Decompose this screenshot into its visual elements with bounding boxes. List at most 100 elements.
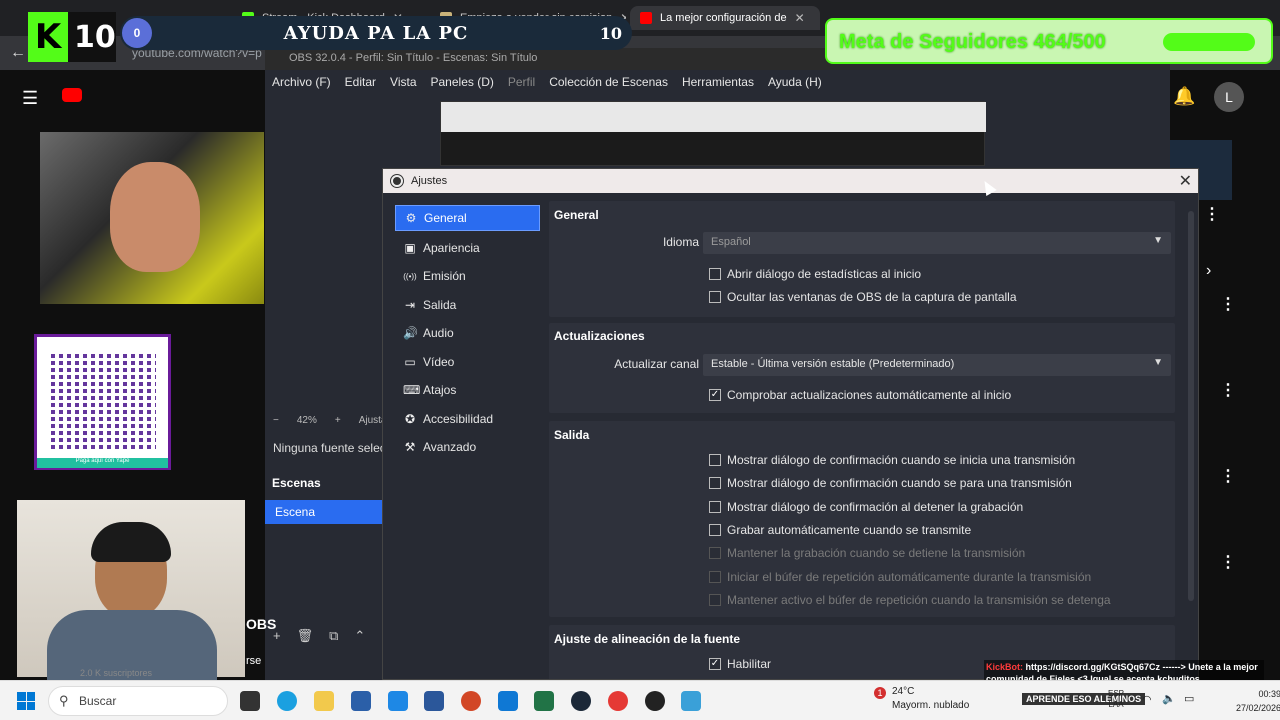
checkbox[interactable]: [709, 454, 721, 466]
powerpoint-icon[interactable]: [461, 691, 481, 711]
app-icon[interactable]: [681, 691, 701, 711]
more-options-icon[interactable]: ⋮: [1220, 380, 1236, 400]
notification-badge: 1: [874, 687, 886, 699]
gear-icon: ⚙: [405, 211, 417, 225]
taskbar-clock[interactable]: 00:39 27/02/2026: [1236, 687, 1280, 715]
dialog-title-bar[interactable]: Ajustes: [383, 169, 1198, 193]
file-explorer-icon[interactable]: [314, 691, 334, 711]
word-icon[interactable]: [424, 691, 444, 711]
kick-counter-badge: K 10: [28, 12, 116, 62]
zoom-in-icon[interactable]: +: [335, 415, 341, 426]
nav-avanzado[interactable]: ⚒ Avanzado: [395, 433, 540, 462]
wifi-icon[interactable]: ◠: [1142, 693, 1152, 706]
lang-code: ESP: [1108, 689, 1125, 698]
check-confirm-start[interactable]: Mostrar diálogo de confirmación cuando s…: [709, 453, 1075, 467]
trash-icon[interactable]: 🗑: [297, 628, 314, 644]
nav-audio[interactable]: 🔊 Audio: [395, 319, 540, 348]
nav-accesibilidad[interactable]: ✪ Accesibilidad: [395, 405, 540, 434]
chrome-icon[interactable]: [608, 691, 628, 711]
excel-icon[interactable]: [534, 691, 554, 711]
checkbox-checked[interactable]: ✓: [709, 658, 721, 670]
close-icon[interactable]: ✕: [1179, 171, 1192, 191]
appearance-icon: ▣: [404, 240, 416, 255]
language-value: Español: [711, 236, 751, 248]
menu-herramientas[interactable]: Herramientas: [682, 75, 754, 94]
notifications-bell-icon[interactable]: 🔔: [1173, 86, 1195, 107]
checkbox[interactable]: [709, 524, 721, 536]
check-enable-snapping[interactable]: ✓ Habilitar: [709, 657, 771, 671]
scrollbar[interactable]: [1188, 211, 1194, 601]
close-icon[interactable]: ✕: [795, 11, 805, 25]
more-options-icon[interactable]: ⋮: [1220, 294, 1236, 314]
checkbox[interactable]: [709, 501, 721, 513]
check-hide-obs-capture[interactable]: Ocultar las ventanas de OBS de la captur…: [709, 290, 1017, 304]
lang-layout: LAA: [1108, 700, 1124, 709]
menu-archivo[interactable]: Archivo (F): [272, 75, 331, 94]
avatar[interactable]: L: [1214, 82, 1244, 112]
more-options-icon[interactable]: ⋮: [1204, 204, 1220, 224]
more-options-icon[interactable]: ⋮: [1220, 552, 1236, 572]
check-auto-record[interactable]: Grabar automáticamente cuando se transmi…: [709, 523, 971, 537]
checkbox[interactable]: [709, 477, 721, 489]
task-view-icon[interactable]: [240, 691, 260, 711]
update-channel-select[interactable]: Estable - Última versión estable (Predet…: [703, 354, 1171, 376]
side-label: OBS: [246, 616, 277, 632]
move-up-icon[interactable]: ⌃: [354, 628, 365, 644]
nav-video[interactable]: ▭ Vídeo: [395, 348, 540, 377]
yape-qr-code: Paga aquí con Yape: [34, 334, 171, 470]
nav-apariencia[interactable]: ▣ Apariencia: [395, 234, 540, 263]
check-confirm-stop-recording[interactable]: Mostrar diálogo de confirmación al deten…: [709, 500, 1023, 514]
menu-perfil[interactable]: Perfil: [508, 75, 535, 94]
check-label: Comprobar actualizaciones automáticament…: [727, 388, 1012, 402]
store-icon[interactable]: [351, 691, 371, 711]
outlook-icon[interactable]: [498, 691, 518, 711]
goal-text: Meta de Seguidores 464/500: [839, 31, 1106, 53]
speaker-icon: 🔊: [403, 326, 418, 341]
filter-icon[interactable]: ⧉: [329, 628, 338, 644]
obs-zoom-bar: − 42% + Ajustar a: [273, 415, 398, 426]
app-icon[interactable]: [388, 691, 408, 711]
volume-icon[interactable]: 🔈: [1162, 692, 1176, 705]
language-select[interactable]: Español ▼: [703, 232, 1171, 254]
obs-preview-canvas[interactable]: [440, 101, 986, 166]
nav-salida[interactable]: ⇥ Salida: [395, 291, 540, 320]
checkbox[interactable]: [709, 268, 721, 280]
nav-general[interactable]: ⚙ General: [395, 205, 540, 231]
nav-atajos[interactable]: ⌨ Atajos: [395, 376, 540, 405]
menu-coleccion-escenas[interactable]: Colección de Escenas: [549, 75, 668, 94]
scene-item[interactable]: Escena: [265, 500, 383, 524]
obs-taskbar-icon[interactable]: [645, 691, 665, 711]
more-options-icon[interactable]: ⋮: [1220, 466, 1236, 486]
subscriber-count: 2.0 K suscriptores: [80, 668, 153, 678]
scenes-header: Escenas: [272, 476, 321, 490]
youtube-favicon-icon: [640, 12, 652, 24]
menu-editar[interactable]: Editar: [345, 75, 376, 94]
tab-youtube[interactable]: La mejor configuración de ✕: [630, 6, 820, 30]
zoom-out-icon[interactable]: −: [273, 415, 279, 426]
windows-start-icon[interactable]: [17, 692, 35, 710]
nav-emision[interactable]: ((•)) Emisión: [395, 262, 540, 291]
menu-paneles[interactable]: Paneles (D): [431, 75, 494, 94]
weather-widget[interactable]: 1 24°C Mayorm. nublado: [866, 685, 969, 713]
checkbox[interactable]: [709, 291, 721, 303]
taskbar-search[interactable]: ⚲ Buscar: [48, 686, 228, 716]
check-auto-updates[interactable]: ✓ Comprobar actualizaciones automáticame…: [709, 388, 1011, 402]
edge-icon[interactable]: [277, 691, 297, 711]
menu-ayuda[interactable]: Ayuda (H): [768, 75, 822, 94]
wrench-icon: ⚒: [404, 440, 416, 455]
check-confirm-stop[interactable]: Mostrar diálogo de confirmación cuando s…: [709, 476, 1072, 490]
youtube-logo-icon[interactable]: [62, 88, 82, 102]
group-header: Ajuste de alineación de la fuente: [554, 632, 741, 646]
chevron-right-icon[interactable]: ›: [1206, 262, 1211, 280]
steam-icon[interactable]: [571, 691, 591, 711]
check-stats-dialog[interactable]: Abrir diálogo de estadísticas al inicio: [709, 267, 921, 281]
menu-vista[interactable]: Vista: [390, 75, 416, 94]
menu-icon[interactable]: ☰: [22, 88, 38, 109]
back-arrow-icon[interactable]: ←: [10, 44, 26, 62]
search-placeholder: Buscar: [79, 694, 117, 708]
language-indicator[interactable]: ESP LAA: [1108, 688, 1124, 710]
checkbox-checked[interactable]: ✓: [709, 389, 721, 401]
tab-label: La mejor configuración de: [660, 12, 787, 24]
nav-label: General: [424, 211, 467, 225]
battery-icon[interactable]: ▭: [1184, 692, 1194, 705]
